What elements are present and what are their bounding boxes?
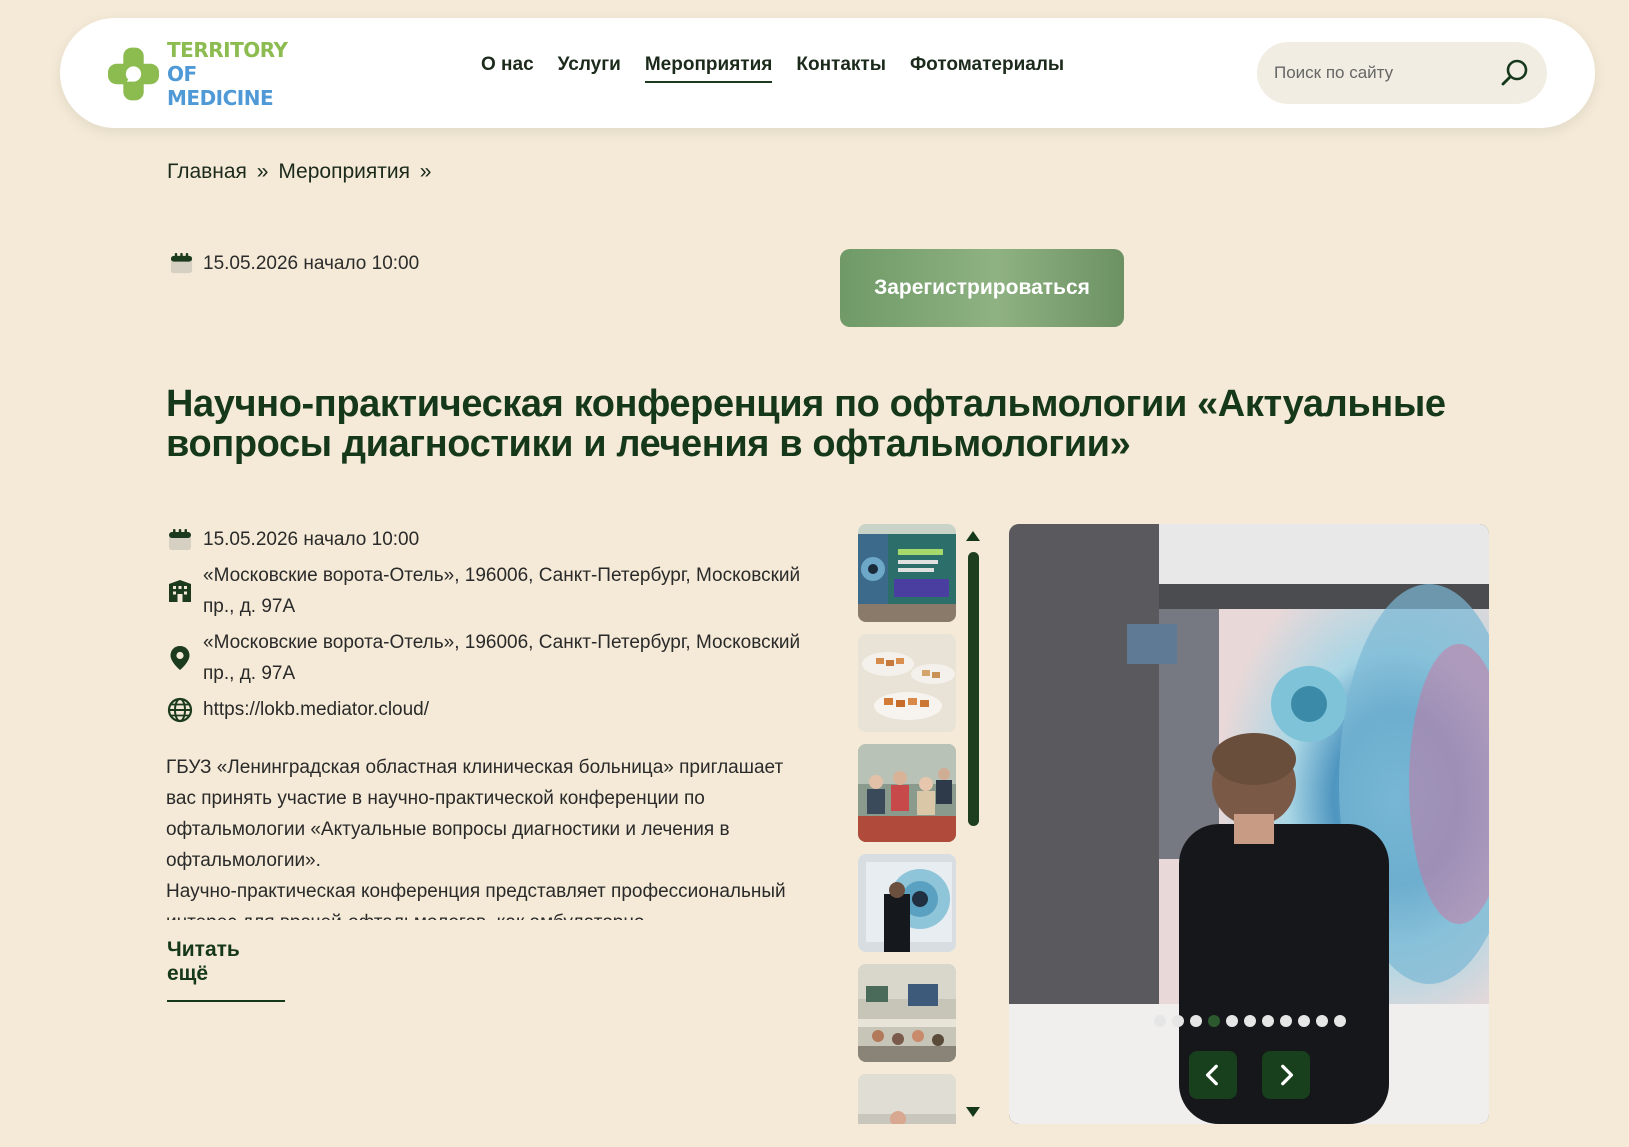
slider-dot[interactable]: [1190, 1015, 1202, 1027]
info-website: https://lokb.mediator.cloud/: [167, 694, 807, 725]
breadcrumb-home[interactable]: Главная: [167, 160, 247, 183]
event-date-top: 15.05.2026 начало 10:00: [170, 252, 419, 275]
website-link[interactable]: https://lokb.mediator.cloud/: [203, 694, 429, 725]
event-date-text: 15.05.2026 начало 10:00: [203, 252, 420, 274]
thumbnails-scrollbar[interactable]: [968, 552, 979, 826]
slider-prev-button[interactable]: [1189, 1051, 1237, 1099]
page-title: Научно-практическая конференция по офтал…: [166, 383, 1446, 465]
thumbnail-speaker-screen[interactable]: [858, 854, 956, 952]
slider-dot[interactable]: [1334, 1015, 1346, 1027]
search-icon[interactable]: [1499, 57, 1531, 89]
read-more-link[interactable]: Читать ещё: [167, 938, 285, 1002]
breadcrumb-separator: »: [256, 160, 269, 183]
calendar-icon: [169, 529, 191, 550]
logo[interactable]: TERRITORY OF MEDICINE: [108, 38, 288, 110]
thumbnail-conference-banner[interactable]: [858, 524, 956, 622]
event-info: 15.05.2026 начало 10:00 «Московские воро…: [167, 524, 807, 730]
slider-dot[interactable]: [1244, 1015, 1256, 1027]
gallery-main-image: [1009, 524, 1489, 1124]
info-address-text: «Московские ворота-Отель», 196006, Санкт…: [203, 632, 801, 684]
thumbnail-buffet-snacks[interactable]: [858, 634, 956, 732]
building-icon: [169, 580, 191, 602]
nav-item-events[interactable]: Мероприятия: [644, 54, 773, 83]
main-nav: О нас Услуги Мероприятия Контакты Фотома…: [481, 54, 1064, 83]
info-date: 15.05.2026 начало 10:00: [167, 524, 807, 555]
search-box: [1257, 42, 1547, 104]
globe-icon: [167, 697, 193, 723]
thumbnail-audience[interactable]: [858, 744, 956, 842]
info-date-text: 15.05.2026 начало 10:00: [203, 529, 420, 550]
thumbnails-scroll-up-icon[interactable]: [965, 530, 981, 542]
slider-dot[interactable]: [1172, 1015, 1184, 1027]
info-venue: «Московские ворота-Отель», 196006, Санкт…: [167, 560, 807, 622]
calendar-icon: [170, 252, 193, 274]
info-address: «Московские ворота-Отель», 196006, Санкт…: [167, 627, 807, 689]
nav-item-contacts[interactable]: Контакты: [796, 54, 886, 83]
breadcrumb-separator: »: [419, 160, 432, 183]
gallery-thumbnails: [858, 524, 956, 1124]
chevron-right-icon: [1281, 1064, 1294, 1086]
nav-item-services[interactable]: Услуги: [558, 54, 621, 83]
location-pin-icon: [170, 646, 190, 670]
logo-line1: TERRITORY: [167, 38, 288, 62]
thumbnail-conference-hall[interactable]: [858, 964, 956, 1062]
slider-dot[interactable]: [1154, 1015, 1166, 1027]
nav-item-photos[interactable]: Фотоматериалы: [910, 54, 1064, 83]
slider-dot-active[interactable]: [1208, 1015, 1220, 1027]
chevron-left-icon: [1205, 1064, 1218, 1086]
thumbnails-scroll-down-icon[interactable]: [965, 1106, 981, 1118]
register-button[interactable]: Зарегистрироваться: [840, 249, 1124, 327]
event-description: ГБУЗ «Ленинградская областная клиническа…: [166, 752, 799, 920]
breadcrumb: Главная » Мероприятия »: [167, 160, 435, 184]
search-input[interactable]: [1274, 63, 1484, 83]
slider-next-button[interactable]: [1262, 1051, 1310, 1099]
slider-dot[interactable]: [1316, 1015, 1328, 1027]
nav-item-about[interactable]: О нас: [481, 54, 534, 83]
breadcrumb-events[interactable]: Мероприятия: [278, 160, 410, 183]
logo-line2: OF MEDICINE: [167, 62, 274, 110]
slider-dot[interactable]: [1298, 1015, 1310, 1027]
slider-dots: [1154, 1015, 1346, 1027]
site-header: TERRITORY OF MEDICINE О нас Услуги Мероп…: [60, 18, 1595, 128]
thumbnail-presentation[interactable]: [858, 1074, 956, 1124]
description-paragraph: Научно-практическая конференция представ…: [166, 881, 786, 920]
slider-dot[interactable]: [1226, 1015, 1238, 1027]
logo-cross-icon: [108, 47, 160, 101]
info-venue-text: «Московские ворота-Отель», 196006, Санкт…: [203, 565, 801, 617]
description-paragraph: ГБУЗ «Ленинградская областная клиническа…: [166, 757, 784, 871]
slider-dot[interactable]: [1262, 1015, 1274, 1027]
slider-dot[interactable]: [1280, 1015, 1292, 1027]
